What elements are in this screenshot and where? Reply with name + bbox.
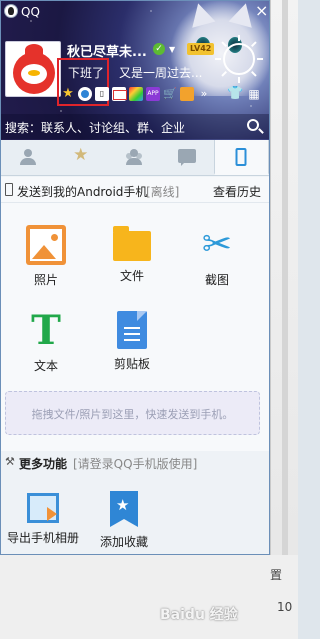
view-history-link[interactable]: 查看历史 xyxy=(213,183,261,200)
mail-icon[interactable] xyxy=(112,87,127,101)
search-icon[interactable] xyxy=(247,119,259,131)
app-manager-icon[interactable]: ▦ xyxy=(247,87,261,101)
export-album-button[interactable]: 导出手机相册 xyxy=(3,491,83,546)
picture-icon xyxy=(26,225,66,265)
message-bubble-icon xyxy=(178,149,197,166)
bookmark-star-icon: ★ xyxy=(110,491,138,527)
export-photo-icon xyxy=(25,491,61,523)
qq-logo-icon xyxy=(4,4,18,18)
sun-ray xyxy=(215,58,221,60)
tools-icon: ⚒ xyxy=(5,455,15,468)
contact-person-icon xyxy=(19,149,36,165)
sun-ray xyxy=(238,35,240,41)
file-drop-zone[interactable]: 拖拽文件/照片到这里，快速发送到手机。 xyxy=(5,391,260,435)
tab-groups[interactable] xyxy=(107,140,160,175)
tab-contacts[interactable] xyxy=(1,140,54,175)
send-clipboard-button[interactable]: 剪贴板 xyxy=(97,311,167,372)
sun-ray xyxy=(238,77,240,83)
send-photo-label: 照片 xyxy=(33,273,58,287)
scissors-icon: ✂ xyxy=(201,224,233,265)
group-icon xyxy=(125,149,143,165)
background-window-edge xyxy=(270,0,298,639)
star-tab-icon: ★ xyxy=(73,145,89,165)
star-icon[interactable]: ★ xyxy=(61,87,75,101)
weather-sun-icon[interactable] xyxy=(215,35,263,83)
more-functions-section: ⚒ 更多功能 [请登录QQ手机版使用] 导出手机相册 ★ 添加收藏 xyxy=(1,451,269,554)
status-text[interactable]: 下班了 xyxy=(68,64,104,81)
send-clipboard-label: 剪贴板 xyxy=(113,357,150,371)
screenshot-button[interactable]: ✂ 截图 xyxy=(182,225,252,288)
phone-icon xyxy=(5,183,13,196)
device-status: [离线] xyxy=(146,185,180,199)
status-dropdown-icon[interactable]: ▼ xyxy=(169,45,175,54)
color-app-icon[interactable] xyxy=(129,87,143,101)
text-t-icon: T xyxy=(31,307,61,354)
background-scrollbar xyxy=(282,0,288,555)
search-bar[interactable]: 搜索：联系人、讨论组、群、企业 xyxy=(1,114,269,139)
level-badge[interactable]: LV42 xyxy=(187,43,215,55)
qzone-icon[interactable] xyxy=(78,87,92,101)
app-title: QQ xyxy=(21,5,40,19)
sun-ray xyxy=(257,58,263,60)
add-favorite-label: 添加收藏 xyxy=(99,535,148,549)
app-store-icon[interactable]: APP xyxy=(146,87,160,101)
send-text-button[interactable]: T 文本 xyxy=(11,311,81,374)
close-icon[interactable]: × xyxy=(255,2,268,20)
more-functions-title: 更多功能 xyxy=(19,457,68,471)
send-text-label: 文本 xyxy=(33,359,58,373)
header-right-icons: 👕 ▦ xyxy=(227,87,261,102)
phone-icon[interactable]: ▯ xyxy=(95,87,109,101)
tab-favorites[interactable]: ★ xyxy=(54,140,107,175)
wallet-icon[interactable] xyxy=(180,87,194,101)
send-photo-button[interactable]: 照片 xyxy=(11,225,81,288)
tab-messages[interactable] xyxy=(161,140,214,175)
verified-check-icon: ✓ xyxy=(153,43,165,55)
export-album-label: 导出手机相册 xyxy=(6,531,79,545)
tab-my-device[interactable] xyxy=(213,140,269,175)
add-favorite-button[interactable]: ★ 添加收藏 xyxy=(89,491,159,550)
document-icon xyxy=(117,311,147,349)
avatar[interactable] xyxy=(5,41,61,97)
folder-icon xyxy=(113,226,151,261)
title-bar: QQ × xyxy=(1,1,269,23)
profile-header: QQ × 秋已尽草未... ✓ ▼ LV42 下班了 又是一周过去... ★ ▯… xyxy=(1,1,269,140)
background-text: 置 xyxy=(270,568,283,582)
more-functions-hint: [请登录QQ手机版使用] xyxy=(73,457,198,471)
main-tabs: ★ xyxy=(1,140,269,176)
device-header: 发送到我的Android手机 [离线] 查看历史 xyxy=(1,177,269,203)
send-file-button[interactable]: 文件 xyxy=(97,225,167,284)
cart-icon[interactable]: 🛒 xyxy=(163,87,177,101)
drop-zone-hint: 拖拽文件/照片到这里，快速发送到手机。 xyxy=(31,408,234,421)
signature-text[interactable]: 又是一周过去... xyxy=(119,64,202,81)
screenshot-label: 截图 xyxy=(204,273,229,287)
app-icon-bar: ★ ▯ APP 🛒 » xyxy=(61,85,211,103)
search-input[interactable]: 搜索：联系人、讨论组、群、企业 xyxy=(5,119,185,136)
send-file-label: 文件 xyxy=(119,269,144,283)
more-apps-icon[interactable]: » xyxy=(197,87,211,101)
phone-tab-icon xyxy=(235,148,247,166)
device-title: 发送到我的Android手机 xyxy=(17,185,148,199)
skin-shirt-icon[interactable]: 👕 xyxy=(227,87,243,101)
qq-main-window: QQ × 秋已尽草未... ✓ ▼ LV42 下班了 又是一周过去... ★ ▯… xyxy=(0,0,270,555)
send-functions-panel: 照片 文件 ✂ 截图 T 文本 剪贴板 拖拽文件/照片到这里，快速发送到手机。 xyxy=(1,203,269,451)
watermark: Baidu 经验 xyxy=(160,607,238,623)
